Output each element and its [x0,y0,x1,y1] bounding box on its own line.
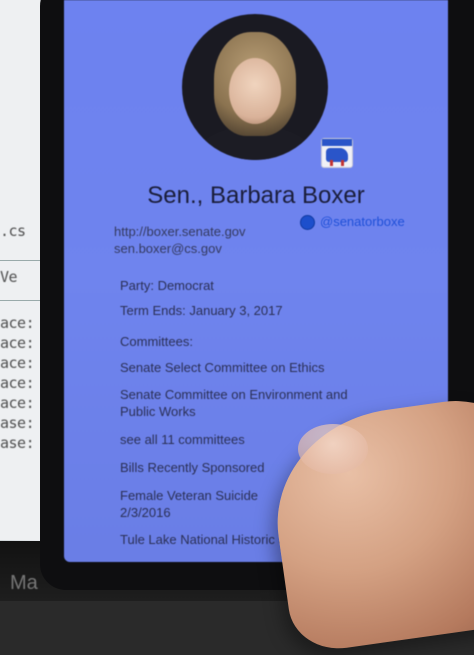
senator-avatar [182,14,328,160]
background-text: ace: [0,374,35,392]
committees-heading: Committees: [120,334,193,349]
avatar-face [229,58,281,124]
background-text: ace: [0,314,35,332]
term-ends-field: Term Ends: January 3, 2017 [120,303,283,318]
democrat-donkey-icon [321,138,353,168]
bills-heading: Bills Recently Sponsored [120,460,265,475]
party-icon-stripe [322,139,352,146]
background-text: .cs [0,222,26,240]
party-field: Party: Democrat [120,278,214,293]
senator-name: Sen., Barbara Boxer [147,182,365,209]
background-text: ase: [0,434,35,452]
background-monitor-label: Ma [10,572,38,594]
bill-item[interactable]: Tule Lake National Historic Site [120,532,301,547]
twitter-icon[interactable] [300,215,315,230]
committee-item[interactable]: Senate Select Committee on Ethics [120,360,325,375]
background-text: ace: [0,334,35,352]
twitter-handle-link[interactable]: @senatorboxe [320,214,405,229]
background-text: ase: [0,414,35,432]
background-text: Ve [0,268,18,286]
donkey-leg [330,160,333,166]
donkey-leg [341,160,344,166]
bill-date: 2/3/2016 [120,505,171,520]
fingernail [298,424,368,474]
background-text: ace: [0,354,35,372]
background-text: ace: [0,394,35,412]
website-link[interactable]: http://boxer.senate.gov [114,224,246,239]
see-all-committees-link[interactable]: see all 11 committees [120,432,245,447]
bill-item[interactable]: Female Veteran Suicide [120,488,258,503]
committee-item[interactable]: Senate Committee on Environment and Publ… [120,386,360,420]
email-link[interactable]: sen.boxer@cs.gov [114,241,222,256]
